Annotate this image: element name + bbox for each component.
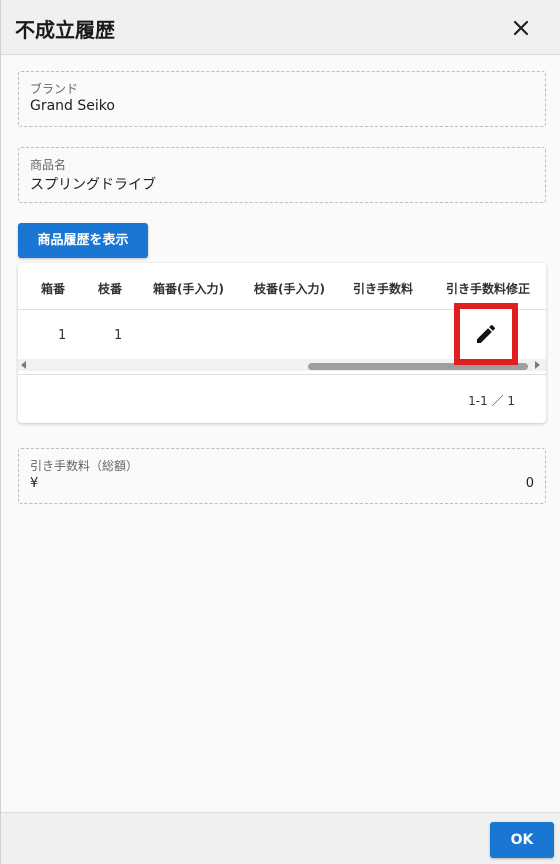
brand-label: ブランド bbox=[30, 82, 79, 96]
column-header-fee-edit[interactable]: 引き手数料修正 bbox=[446, 280, 530, 297]
history-table: 箱番 枝番 箱番(手入力) 枝番(手入力) 引き手数料 引き手数料修正 1 1 … bbox=[18, 263, 546, 423]
dialog-header: 不成立履歴 bbox=[1, 0, 560, 55]
scroll-left-arrow-icon[interactable] bbox=[21, 361, 26, 369]
column-header-fee[interactable]: 引き手数料 bbox=[353, 280, 413, 297]
footer-divider bbox=[18, 374, 546, 375]
currency-symbol: ¥ bbox=[30, 476, 39, 491]
column-header-box-manual[interactable]: 箱番(手入力) bbox=[153, 280, 224, 297]
brand-value: Grand Seiko bbox=[30, 98, 115, 114]
close-icon[interactable] bbox=[507, 14, 535, 42]
ok-button[interactable]: OK bbox=[490, 822, 554, 858]
scroll-right-arrow-icon[interactable] bbox=[535, 361, 540, 369]
edit-fee-button[interactable] bbox=[454, 303, 518, 365]
brand-field: ブランド Grand Seiko bbox=[18, 71, 546, 127]
pencil-icon bbox=[477, 324, 496, 343]
product-name-value: スプリングドライブ bbox=[30, 177, 156, 193]
product-name-field: 商品名 スプリングドライブ bbox=[18, 147, 546, 203]
total-fee-label: 引き手数料（総額） bbox=[30, 459, 139, 473]
total-fee-value: 0 bbox=[525, 476, 534, 491]
dialog-footer: OK bbox=[1, 812, 560, 864]
dialog-title: 不成立履歴 bbox=[15, 18, 115, 42]
column-header-branch-no[interactable]: 枝番 bbox=[98, 280, 122, 297]
column-header-branch-manual[interactable]: 枝番(手入力) bbox=[254, 280, 325, 297]
total-fee-field: 引き手数料（総額） ¥ 0 bbox=[18, 448, 546, 504]
cell-branch-no: 1 bbox=[114, 328, 123, 343]
cell-box-no: 1 bbox=[58, 328, 67, 343]
pagination-text: 1-1 ／ 1 bbox=[468, 394, 515, 408]
product-name-label: 商品名 bbox=[30, 158, 67, 172]
show-product-history-button[interactable]: 商品履歴を表示 bbox=[18, 223, 148, 258]
column-header-box-no[interactable]: 箱番 bbox=[41, 280, 65, 297]
history-dialog: 不成立履歴 ブランド Grand Seiko 商品名 スプリングドライブ 商品履… bbox=[0, 0, 560, 864]
